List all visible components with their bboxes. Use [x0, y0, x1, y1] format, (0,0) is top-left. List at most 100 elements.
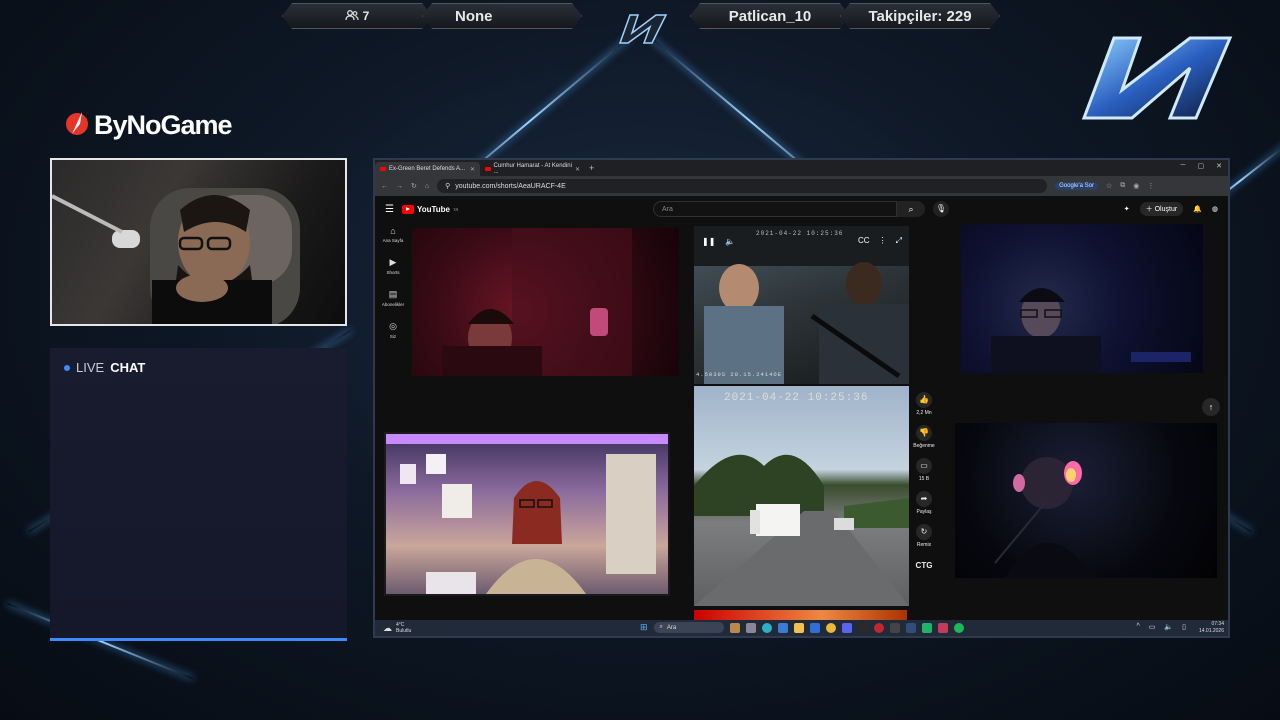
clock-time: 07:34: [1211, 621, 1224, 627]
shorts-video-main[interactable]: 2021-04-22 10:25:36: [694, 386, 909, 606]
sidebar-item-home[interactable]: ⌂ Ana Sayfa: [383, 226, 404, 243]
steam-icon[interactable]: [905, 622, 916, 633]
minimize-icon[interactable]: ─: [1181, 162, 1186, 170]
like-count: 2,2 Mn: [916, 410, 932, 416]
volume-icon[interactable]: 🔈: [1164, 623, 1173, 631]
clock[interactable]: 07:34 14.01.2026: [1199, 621, 1224, 635]
youtube-page: ☰ YouTube TR Ara ⌕ 🎙 ✦ ＋ Oluştur 🔔 ◍ ⌂ A…: [375, 196, 1228, 624]
shorts-video-top[interactable]: ❚❚ 🔈 CC ⋮ ⤢ 2021-04-22 10:25:36 4.5039S …: [694, 226, 909, 384]
taskbar-search[interactable]: ⌕ Ara: [653, 622, 724, 633]
new-tab-button[interactable]: +: [589, 163, 594, 173]
hamburger-icon[interactable]: ☰: [385, 204, 394, 215]
close-tab-icon[interactable]: ✕: [575, 166, 580, 173]
comments-button[interactable]: ▭ 15 B: [916, 458, 932, 482]
cam-tile-purple-room: [384, 432, 670, 596]
notifications-icon[interactable]: 🔔: [1193, 205, 1202, 213]
maximize-icon[interactable]: ▢: [1198, 162, 1205, 170]
close-window-icon[interactable]: ✕: [1216, 162, 1222, 170]
pause-icon[interactable]: ❚❚: [702, 237, 715, 246]
extensions-icon[interactable]: ⧉: [1120, 182, 1125, 190]
tab-1[interactable]: Ex-Green Beret Defends A... ✕: [375, 162, 480, 176]
start-icon[interactable]: ⊞: [640, 622, 648, 633]
edge-icon[interactable]: [761, 622, 772, 633]
share-button[interactable]: ➦ Paylaş: [916, 491, 932, 515]
volume-icon[interactable]: 🔈: [725, 237, 735, 246]
tray-chevron-icon[interactable]: ^: [1137, 623, 1140, 631]
channel-name: Patlican_10: [728, 7, 812, 25]
mic-icon[interactable]: 🎙: [933, 201, 949, 217]
back-icon[interactable]: ←: [381, 183, 388, 190]
widgets-icon[interactable]: [729, 622, 740, 633]
youtube-play-icon: [401, 204, 414, 214]
more-icon[interactable]: ⋮: [879, 236, 887, 246]
channel-avatar[interactable]: CTG: [916, 561, 933, 570]
youtube-logo[interactable]: YouTube TR: [401, 204, 458, 214]
mail-icon[interactable]: [809, 622, 820, 633]
home-icon[interactable]: ⌂: [425, 183, 429, 190]
obs-icon[interactable]: [889, 622, 900, 633]
reload-icon[interactable]: ↻: [411, 182, 417, 190]
now-playing-segment: None: [422, 3, 582, 29]
video-app-icon[interactable]: [937, 622, 948, 633]
tile-image: [994, 457, 1095, 578]
sidebar-label: Abonelikler: [381, 302, 405, 307]
search-icon[interactable]: ⌕: [897, 201, 925, 217]
bynogame-flame-icon: [64, 108, 90, 143]
discord-icon[interactable]: [841, 622, 852, 633]
thumbs-down-icon: 👎: [916, 425, 932, 441]
bookmark-icon[interactable]: ☆: [1106, 182, 1112, 190]
remix-icon: ↻: [916, 524, 932, 540]
sidebar-item-subscriptions[interactable]: ▤ Abonelikler: [382, 289, 404, 307]
chrome-icon[interactable]: [825, 622, 836, 633]
sidebar-label: Siz: [389, 334, 397, 339]
search-input[interactable]: Ara: [653, 201, 897, 217]
url-field[interactable]: ⚲ youtube.com/shorts/AeaURACF-4E: [437, 179, 1048, 193]
network-icon[interactable]: ▭: [1149, 623, 1156, 631]
weather-widget[interactable]: ☁ 4°C Bulutlu: [383, 622, 411, 634]
dislike-button[interactable]: 👎 Beğenme: [913, 425, 935, 449]
scroll-up-icon[interactable]: ↑: [1202, 398, 1220, 416]
live-dot-icon: [64, 364, 70, 371]
fullscreen-icon[interactable]: ⤢: [896, 236, 902, 246]
youtube-favicon-icon: [380, 167, 386, 171]
window-controls: ─ ▢ ✕: [1181, 162, 1222, 170]
gemini-icon[interactable]: ✦: [1124, 205, 1130, 213]
chat-header: LIVE CHAT: [64, 360, 145, 375]
captions-icon[interactable]: CC: [858, 236, 870, 246]
forward-icon[interactable]: →: [396, 183, 403, 190]
search-icon: ⌕: [659, 624, 663, 630]
you-icon: ◎: [389, 321, 397, 331]
spotify-icon[interactable]: [953, 622, 964, 633]
home-icon: ⌂: [390, 226, 396, 236]
comment-icon: ▭: [916, 458, 932, 474]
windows-taskbar: ☁ 4°C Bulutlu ⊞ ⌕ Ara ^ ▭ 🔈 ▯ 07:34 14.0…: [375, 620, 1228, 636]
store-icon[interactable]: [777, 622, 788, 633]
profile-icon[interactable]: ◉: [1133, 182, 1139, 190]
url-text: youtube.com/shorts/AeaURACF-4E: [455, 182, 566, 190]
close-tab-icon[interactable]: ✕: [470, 166, 475, 173]
task-view-icon[interactable]: [745, 622, 756, 633]
google-ask-button[interactable]: Google'a Sor: [1055, 182, 1098, 190]
cam-tile-dark-room: [955, 423, 1217, 578]
viewers-segment: 7: [282, 3, 432, 29]
battery-icon[interactable]: ▯: [1182, 623, 1186, 631]
avatar[interactable]: ◍: [1212, 205, 1218, 213]
explorer-icon[interactable]: [793, 622, 804, 633]
tab-label: Cumhur Hamarat - At Kendini ...: [493, 163, 572, 175]
record-icon[interactable]: [873, 622, 884, 633]
menu-icon[interactable]: ⋮: [1147, 182, 1154, 190]
game-icon[interactable]: [921, 622, 932, 633]
sidebar-item-you[interactable]: ◎ Siz: [389, 321, 397, 339]
system-tray: ^ ▭ 🔈 ▯: [1137, 623, 1187, 631]
create-button[interactable]: ＋ Oluştur: [1139, 202, 1184, 216]
webcam-feed: [50, 158, 347, 326]
like-button[interactable]: 👍 2,2 Mn: [916, 392, 932, 416]
site-info-icon[interactable]: ⚲: [445, 182, 450, 190]
tab-2[interactable]: Cumhur Hamarat - At Kendini ... ✕: [480, 162, 585, 176]
sidebar-item-shorts[interactable]: ▶ Shorts: [386, 257, 399, 275]
remix-button[interactable]: ↻ Remix: [916, 524, 932, 548]
app-icon[interactable]: [857, 622, 868, 633]
dislike-label: Beğenme: [913, 443, 935, 449]
tab-strip: Ex-Green Beret Defends A... ✕ Cumhur Ham…: [375, 160, 1228, 176]
chat-label: CHAT: [110, 360, 146, 375]
